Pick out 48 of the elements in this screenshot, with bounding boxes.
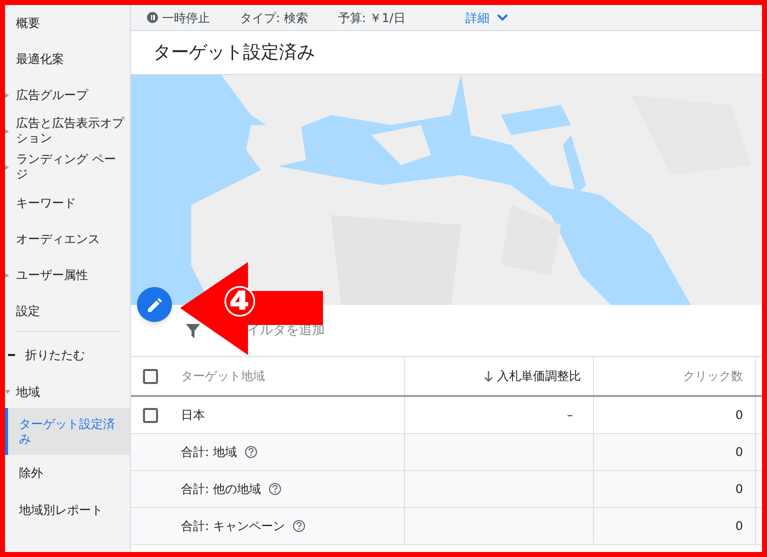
table-cell-text: – xyxy=(567,407,573,424)
checkbox[interactable] xyxy=(142,368,158,384)
caret-icon xyxy=(5,165,9,170)
minus-icon xyxy=(8,354,15,356)
table-cell-text: 0 xyxy=(735,407,743,424)
sidebar-item[interactable]: ユーザー属性 xyxy=(5,257,130,293)
sort-arrow-icon xyxy=(484,370,493,382)
sidebar-item[interactable]: 広告と広告表示オプション xyxy=(5,113,130,149)
column-header[interactable]: ターゲット地域 xyxy=(169,357,405,395)
table-cell-text: 0 xyxy=(735,518,743,535)
table-cell-text: 合計: 地域 xyxy=(181,444,237,461)
column-header[interactable]: 入札単価調整比 xyxy=(405,357,594,395)
sidebar-item[interactable]: 除外 xyxy=(5,455,130,492)
sidebar-item[interactable]: 広告グループ xyxy=(5,77,130,113)
caret-icon xyxy=(5,93,9,98)
chevron-down-icon xyxy=(497,14,508,21)
sidebar-item[interactable]: ランディング ページ xyxy=(5,149,130,185)
collapse-button[interactable]: 折りたたむ xyxy=(5,334,130,376)
table-cell-text: 0 xyxy=(735,444,743,461)
type-text: タイプ: 検索 xyxy=(240,10,308,26)
sidebar-item[interactable]: 設定 xyxy=(5,293,130,329)
table-cell-text: 合計: 他の地域 xyxy=(181,481,261,498)
table-cell-text: 日本 xyxy=(181,407,205,424)
sidebar-item[interactable]: 地域別レポート xyxy=(5,492,130,529)
pause-icon xyxy=(147,12,158,23)
page-title: ターゲット設定済み xyxy=(153,41,315,65)
sidebar-item[interactable]: キーワード xyxy=(5,185,130,221)
table-cell-text: 合計: キャンペーン xyxy=(181,518,285,535)
table-cell-text: 0 xyxy=(735,481,743,498)
help-icon xyxy=(268,483,281,495)
help-icon xyxy=(292,520,305,532)
column-header[interactable]: クリック数 xyxy=(594,357,756,395)
details-button[interactable]: 詳細 xyxy=(465,8,508,26)
sidebar-item[interactable]: オーディエンス xyxy=(5,221,130,257)
sidebar-item[interactable]: ターゲット設定済み xyxy=(5,408,130,455)
budget-text: 予算: ￥1/日 xyxy=(338,10,406,26)
caret-icon xyxy=(5,129,9,134)
sidebar-item[interactable]: 最適化案 xyxy=(5,41,130,77)
pencil-icon xyxy=(148,298,162,312)
filter-icon xyxy=(186,324,200,338)
sidebar-item[interactable]: 概要 xyxy=(5,5,130,41)
sidebar-section[interactable]: 地域 xyxy=(5,376,130,408)
status-text: 一時停止 xyxy=(162,10,210,26)
caret-icon xyxy=(5,390,10,394)
caret-icon xyxy=(5,273,9,278)
help-icon xyxy=(244,446,257,458)
annotation-label: ④ xyxy=(222,278,258,326)
checkbox[interactable] xyxy=(142,408,158,422)
